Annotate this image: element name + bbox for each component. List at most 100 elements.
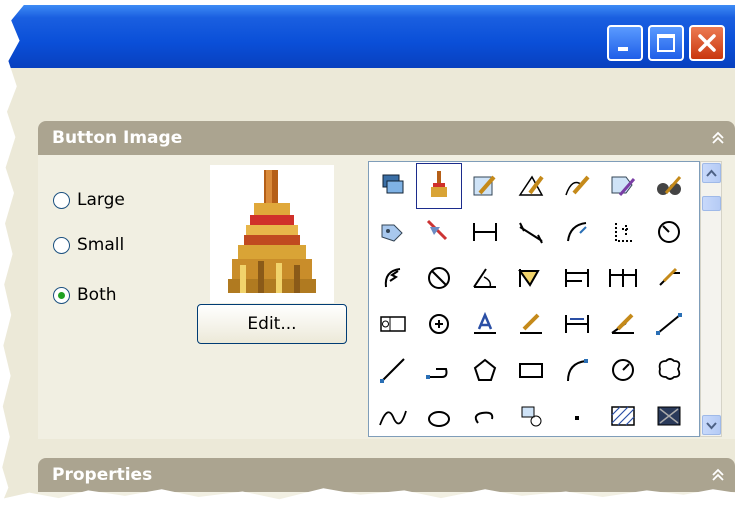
pointer-icon — [426, 219, 448, 241]
dim-continue-icon — [609, 269, 637, 287]
radio-small-label: Small — [77, 235, 125, 255]
properties-header[interactable]: Properties — [38, 458, 735, 492]
edit-button[interactable]: Edit... — [197, 304, 347, 344]
icon-cell-dim-baseline[interactable] — [554, 255, 600, 301]
icon-cell-dim-jogged[interactable] — [370, 255, 416, 301]
button-image-header[interactable]: Button Image — [38, 121, 735, 155]
dim-edit-icon — [474, 311, 496, 334]
dim-aligned-icon — [519, 222, 543, 244]
icon-cell-dim-override[interactable] — [600, 301, 646, 347]
icon-cell-binoculars[interactable] — [646, 163, 692, 209]
angle-pencil-icon — [518, 175, 544, 196]
icon-cell-ray[interactable] — [370, 347, 416, 393]
tolerance-icon — [380, 316, 406, 332]
icon-cell-gradient[interactable] — [646, 393, 692, 436]
binoculars-icon — [657, 176, 682, 195]
icon-cell-hatch[interactable] — [600, 393, 646, 436]
icon-cell-ellipse[interactable] — [416, 393, 462, 436]
broom-icon — [431, 171, 447, 197]
icon-cell-center-mark[interactable] — [416, 301, 462, 347]
chevron-down-icon — [706, 422, 717, 430]
icon-cell-curve-pencil[interactable] — [554, 163, 600, 209]
icon-cell-line[interactable] — [646, 301, 692, 347]
button-image-list[interactable] — [368, 161, 700, 437]
quick-dim-icon — [518, 269, 540, 287]
icon-cell-quick-dim[interactable] — [508, 255, 554, 301]
icon-cell-dim-linear[interactable] — [462, 209, 508, 255]
pencil-edit-icon — [473, 175, 496, 196]
radio-both-indicator[interactable] — [53, 286, 70, 304]
button-image-preview — [210, 165, 334, 303]
icon-cell-dim-continue[interactable] — [600, 255, 646, 301]
icon-cell-polyline[interactable] — [416, 347, 462, 393]
collapse-chevron-icon[interactable] — [709, 466, 727, 484]
radio-both[interactable]: Both — [53, 285, 117, 305]
icon-cell-quick-leader[interactable] — [646, 255, 692, 301]
minimize-icon — [618, 47, 628, 51]
radio-large-indicator[interactable] — [53, 191, 70, 209]
icon-cell-revcloud[interactable] — [646, 347, 692, 393]
spline-icon — [379, 410, 407, 426]
radio-large[interactable]: Large — [53, 190, 125, 210]
dim-angular-icon — [473, 268, 496, 288]
icon-cell-dim-arc[interactable] — [554, 209, 600, 255]
ellipse-icon — [428, 411, 450, 427]
radio-small[interactable]: Small — [53, 235, 124, 255]
dim-jogged-icon — [384, 268, 401, 288]
dim-override-icon — [611, 313, 634, 334]
icon-cell-circle[interactable] — [600, 347, 646, 393]
icon-cell-dim-angular[interactable] — [462, 255, 508, 301]
quick-leader-icon — [659, 267, 680, 286]
chevron-up-icon — [706, 169, 717, 177]
dim-ordinate-icon — [615, 223, 634, 242]
broom-icon — [210, 165, 334, 303]
circle-icon — [612, 359, 634, 381]
radio-small-indicator[interactable] — [53, 236, 70, 254]
icon-cell-dim-edit[interactable] — [462, 301, 508, 347]
icon-cell-pencil-edit[interactable] — [462, 163, 508, 209]
icon-cell-arc[interactable] — [554, 347, 600, 393]
icon-list-scrollbar[interactable] — [700, 161, 722, 437]
minimize-button[interactable] — [607, 25, 643, 61]
collapse-chevron-icon[interactable] — [709, 129, 727, 147]
layers-icon — [382, 174, 404, 194]
window-title-bar — [0, 5, 735, 68]
maximize-button[interactable] — [648, 25, 684, 61]
icon-cell-polygon[interactable] — [462, 347, 508, 393]
ray-icon — [380, 358, 405, 383]
gradient-icon — [657, 406, 681, 426]
insert-block-icon — [521, 406, 542, 427]
dim-update-icon — [565, 315, 589, 333]
dim-arc-icon — [567, 222, 587, 242]
icon-cell-angle-pencil[interactable] — [508, 163, 554, 209]
icon-cell-layers[interactable] — [370, 163, 416, 209]
icon-cell-dim-update[interactable] — [554, 301, 600, 347]
tag-pencil-icon — [611, 176, 636, 196]
dim-text-edit-icon — [520, 313, 542, 334]
icon-cell-tag[interactable] — [370, 209, 416, 255]
icon-cell-dim-aligned[interactable] — [508, 209, 554, 255]
scroll-thumb[interactable] — [702, 196, 721, 211]
scroll-up-button[interactable] — [702, 163, 721, 183]
toolbar-strip — [0, 68, 735, 116]
icon-cell-insert-block[interactable] — [508, 393, 554, 436]
close-icon — [698, 34, 716, 52]
icon-cell-rectangle[interactable] — [508, 347, 554, 393]
maximize-icon — [657, 34, 675, 52]
icon-cell-ellipse-arc[interactable] — [462, 393, 508, 436]
scroll-down-button[interactable] — [702, 415, 721, 435]
icon-cell-dim-text-edit[interactable] — [508, 301, 554, 347]
icon-cell-pointer[interactable] — [416, 209, 462, 255]
tag-icon — [381, 224, 403, 242]
icon-cell-dim-diameter[interactable] — [416, 255, 462, 301]
ellipse-arc-icon — [474, 411, 494, 424]
icon-cell-tag-pencil[interactable] — [600, 163, 646, 209]
icon-cell-dim-ordinate[interactable] — [600, 209, 646, 255]
close-button[interactable] — [689, 25, 725, 61]
icon-cell-spline[interactable] — [370, 393, 416, 436]
icon-cell-dim-radius[interactable] — [646, 209, 692, 255]
icon-cell-point[interactable] — [554, 393, 600, 436]
icon-cell-tolerance[interactable] — [370, 301, 416, 347]
dim-radius-icon — [658, 221, 680, 243]
icon-cell-broom[interactable] — [416, 163, 462, 209]
